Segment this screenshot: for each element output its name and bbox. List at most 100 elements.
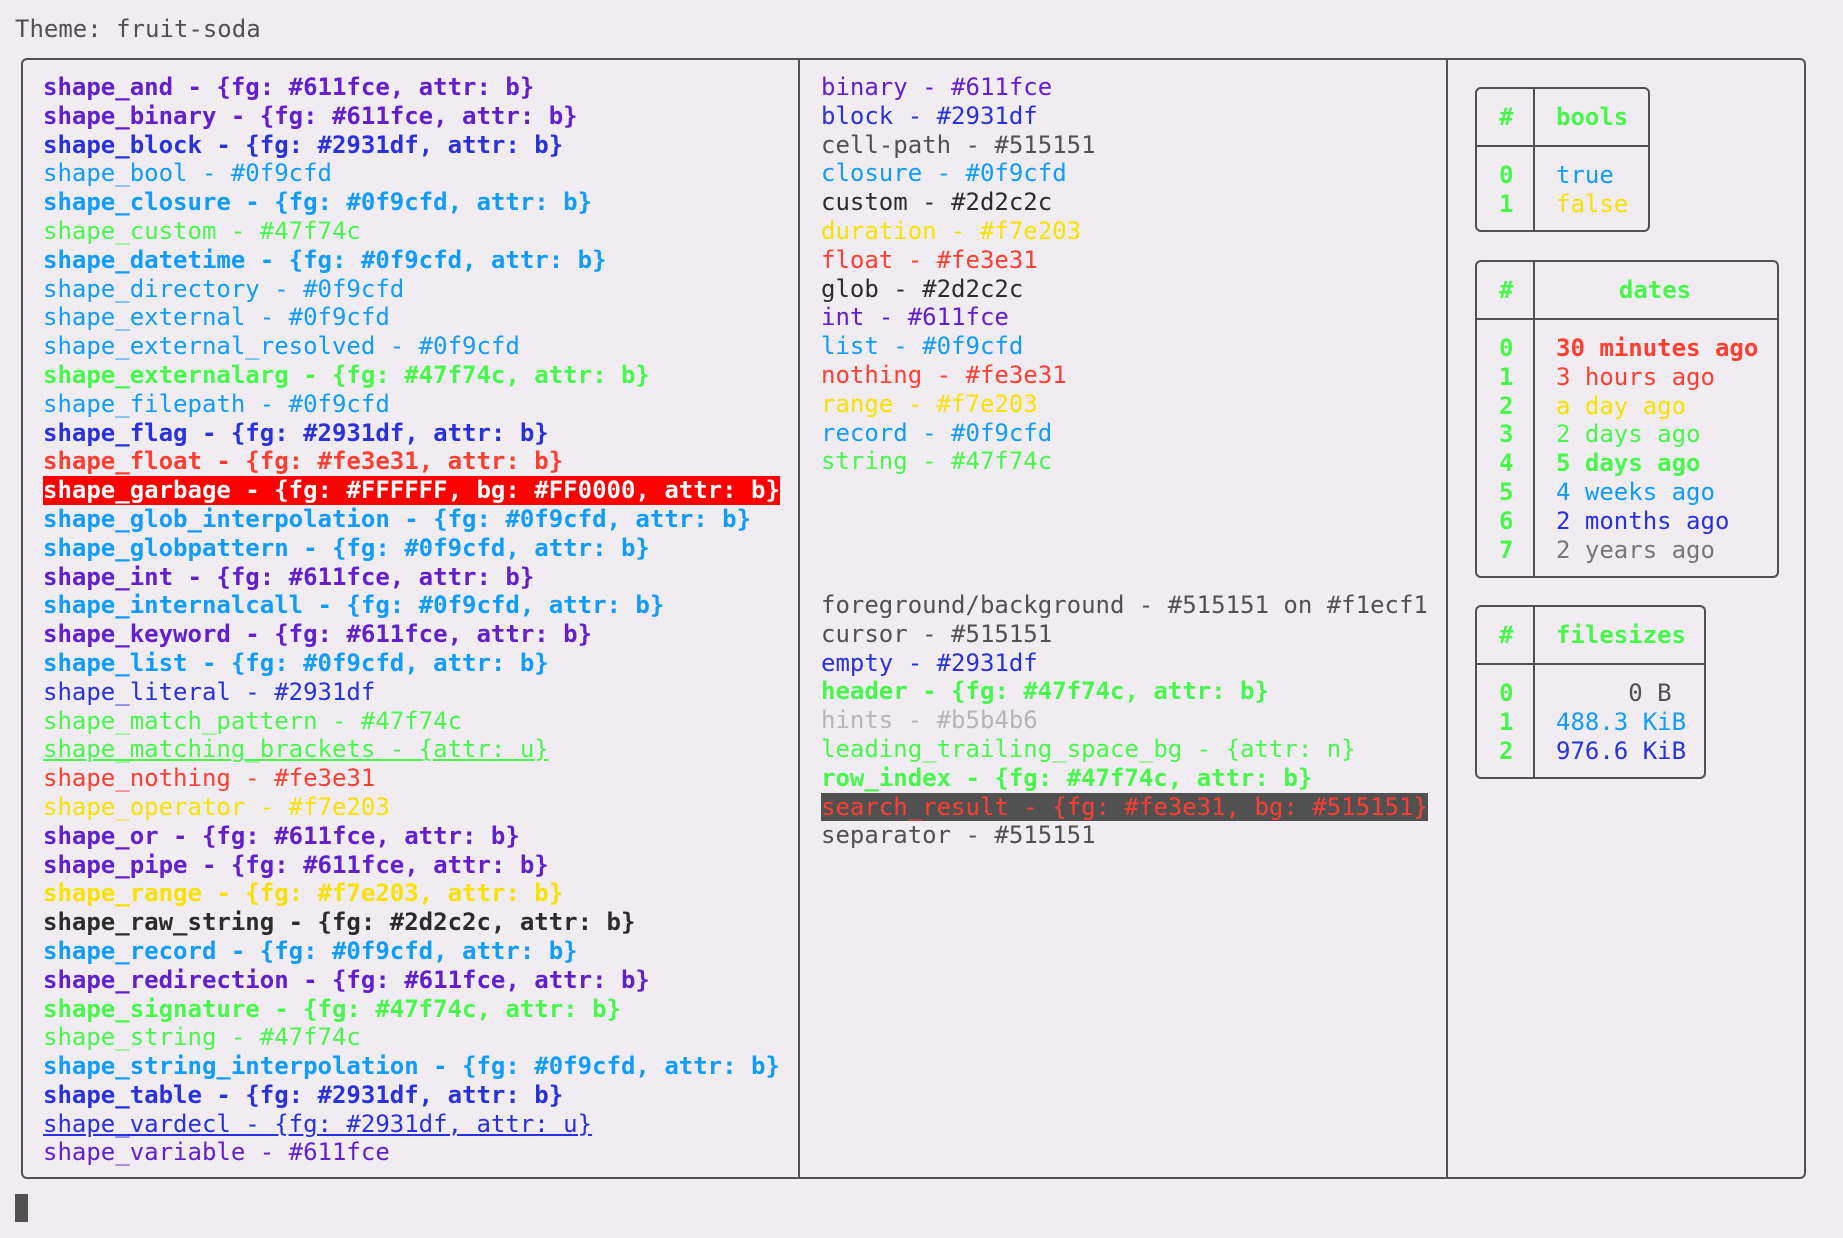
type-color-entry: glob - #2d2c2c [821, 274, 1024, 303]
shape-style-entry: shape_float - {fg: #fe3e31, attr: b} [43, 447, 564, 476]
shape-style-entry: shape_externalarg - {fg: #47f74c, attr: … [43, 360, 650, 389]
dates-row-value: a day ago [1556, 391, 1687, 420]
bools-row-value: false [1556, 189, 1629, 218]
dates-column-separator [1533, 262, 1535, 576]
shape-style-entry: shape_or - {fg: #611fce, attr: b} [43, 821, 520, 850]
dates-row-value: 3 hours ago [1556, 362, 1715, 391]
type-color-entry: block - #2931df [821, 101, 1038, 130]
shape-style-entry: shape_list - {fg: #0f9cfd, attr: b} [43, 648, 549, 677]
shape-style-entry: shape_record - {fg: #0f9cfd, attr: b} [43, 936, 578, 965]
shape-style-entry: shape_nothing - #fe3e31 [43, 764, 376, 793]
shape-style-entry: shape_flag - {fg: #2931df, attr: b} [43, 418, 549, 447]
shape-style-entry: shape_string - #47f74c [43, 1023, 361, 1052]
dates-column-header: dates [1618, 276, 1692, 304]
shape-style-entry: shape_vardecl - {fg: #2931df, attr: u} [43, 1109, 593, 1138]
filesizes-row-index: 1 [1499, 707, 1514, 736]
shape-style-entry: shape_pipe - {fg: #611fce, attr: b} [43, 850, 549, 879]
type-color-entry: int - #611fce [821, 303, 1009, 332]
bools-column-header: bools [1556, 103, 1629, 131]
shape-style-entry: shape_int - {fg: #611fce, attr: b} [43, 562, 535, 591]
shape-style-entry: shape_redirection - {fg: #611fce, attr: … [43, 965, 650, 994]
theme-title: Theme: fruit-soda [15, 15, 261, 43]
type-color-entry: float - #fe3e31 [821, 245, 1038, 274]
shape-style-entry: shape_raw_string - {fg: #2d2c2c, attr: b… [43, 908, 636, 937]
shape-style-entry: shape_closure - {fg: #0f9cfd, attr: b} [43, 188, 593, 217]
dates-row-value: 5 days ago [1556, 449, 1701, 478]
shape-style-entry: shape_external - #0f9cfd [43, 303, 390, 332]
dates-row-value: 4 weeks ago [1556, 478, 1715, 506]
dates-row-index: 2 [1499, 391, 1514, 420]
shape-style-entry: shape_binary - {fg: #611fce, attr: b} [43, 101, 578, 130]
column-divider-left [798, 58, 800, 1179]
type-color-entry: custom - #2d2c2c [821, 188, 1053, 217]
dates-row-value: 2 months ago [1556, 506, 1730, 535]
ui-color-entry: foreground/background - #515151 on #f1ec… [821, 591, 1428, 619]
shape-style-entry: shape_operator - #f7e203 [43, 792, 390, 821]
dates-row-index: 3 [1499, 420, 1514, 449]
filesizes-column-separator [1533, 607, 1535, 777]
dates-row-index: 5 [1499, 478, 1514, 506]
ui-color-entry: search_result - {fg: #fe3e31, bg: #51515… [821, 792, 1428, 822]
type-color-entry: string - #47f74c [821, 447, 1053, 476]
type-color-entry: binary - #611fce [821, 73, 1053, 101]
ui-color-entry: row_index - {fg: #47f74c, attr: b} [821, 763, 1313, 792]
shape-style-entry: shape_datetime - {fg: #0f9cfd, attr: b} [43, 245, 607, 274]
shape-style-entry: shape_signature - {fg: #47f74c, attr: b} [43, 994, 621, 1023]
filesizes-row-value: 976.6 KiB [1556, 736, 1687, 765]
ui-color-entry: header - {fg: #47f74c, attr: b} [821, 677, 1269, 706]
shape-style-entry: shape_custom - #47f74c [43, 216, 361, 245]
filesizes-row-value: 488.3 KiB [1556, 707, 1687, 736]
type-color-entry: duration - #f7e203 [821, 216, 1082, 245]
ui-color-entry: hints - #b5b4b6 [821, 706, 1038, 735]
shape-style-entry: shape_and - {fg: #611fce, attr: b} [43, 73, 535, 101]
filesizes-table: # filesizes 0 0 B 1 488.3 KiB 2 976.6 KiB [1475, 605, 1706, 779]
shape-style-entry: shape_external_resolved - #0f9cfd [43, 332, 520, 361]
dates-row-value: 2 days ago [1556, 420, 1701, 449]
dates-row-index: 4 [1499, 449, 1514, 478]
dates-row-index: 7 [1499, 535, 1514, 564]
bools-index-header: # [1499, 103, 1514, 131]
bools-row-index: 0 [1499, 161, 1514, 189]
shape-style-entry: shape_bool - #0f9cfd [43, 159, 332, 188]
shape-style-entry: shape_block - {fg: #2931df, attr: b} [43, 130, 564, 159]
filesizes-index-header: # [1499, 621, 1514, 649]
type-color-entry: range - #f7e203 [821, 389, 1038, 418]
ui-color-entry: cursor - #515151 [821, 619, 1053, 648]
ui-color-entry: separator - #515151 [821, 821, 1096, 850]
shape-style-entry: shape_range - {fg: #f7e203, attr: b} [43, 879, 564, 908]
bools-row-index: 1 [1499, 189, 1514, 218]
bools-table: # bools 0 true 1 false [1475, 87, 1650, 232]
dates-table: # dates 0 30 minutes ago 1 3 hours ago 2 a da… [1475, 260, 1779, 578]
shape-style-entry: shape_garbage - {fg: #FFFFFF, bg: #FF000… [43, 476, 780, 505]
ui-colors-list: foreground/background - #515151 on #f1ec… [821, 591, 1428, 850]
dates-row-index: 6 [1499, 506, 1514, 535]
ui-color-entry: empty - #2931df [821, 648, 1038, 677]
filesizes-row-value: 0 B [1556, 679, 1672, 707]
terminal-cursor [15, 1194, 28, 1222]
dates-row-index: 0 [1499, 334, 1514, 362]
type-color-entry: nothing - #fe3e31 [821, 360, 1067, 389]
shape-style-entry: shape_globpattern - {fg: #0f9cfd, attr: … [43, 533, 650, 562]
filesizes-row-index: 2 [1499, 736, 1514, 765]
ui-color-entry: leading_trailing_space_bg - {attr: n} [821, 734, 1356, 763]
shape-style-entry: shape_directory - #0f9cfd [43, 274, 405, 303]
dates-row-value: 2 years ago [1556, 535, 1715, 564]
shape-style-entry: shape_literal - #2931df [43, 677, 376, 706]
shape-style-entry: shape_internalcall - {fg: #0f9cfd, attr:… [43, 591, 665, 620]
dates-row-value: 30 minutes ago [1556, 334, 1759, 362]
shape-style-entry: shape_table - {fg: #2931df, attr: b} [43, 1080, 564, 1109]
dates-index-header: # [1499, 276, 1514, 304]
dates-row-index: 1 [1499, 362, 1514, 391]
type-color-entry: list - #0f9cfd [821, 332, 1024, 361]
shape-style-entry: shape_keyword - {fg: #611fce, attr: b} [43, 620, 593, 649]
shape-style-entry: shape_variable - #611fce [43, 1138, 390, 1167]
type-color-entry: closure - #0f9cfd [821, 159, 1067, 188]
filesizes-row-index: 0 [1499, 679, 1514, 707]
shape-styles-list: shape_and - {fg: #611fce, attr: b} shape_… [43, 73, 780, 1167]
bools-row-value: true [1556, 161, 1614, 189]
type-color-entry: cell-path - #515151 [821, 130, 1096, 159]
shape-style-entry: shape_string_interpolation - {fg: #0f9cf… [43, 1052, 780, 1081]
column-divider-right [1446, 58, 1448, 1179]
shape-style-entry: shape_glob_interpolation - {fg: #0f9cfd,… [43, 504, 752, 533]
shape-style-entry: shape_filepath - #0f9cfd [43, 389, 390, 418]
